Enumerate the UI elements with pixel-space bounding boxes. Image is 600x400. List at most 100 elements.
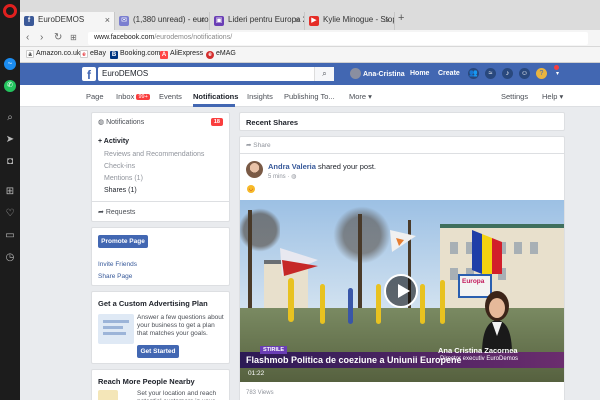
opera-logo-icon[interactable] [3,4,17,18]
author-avatar[interactable] [246,161,263,178]
divider [92,201,229,202]
facebook-logo-icon[interactable]: f [82,67,96,82]
notifications-count-badge: 18 [210,118,223,126]
notifications-panel: ◍ Notifications 18 + Activity Reviews an… [91,112,230,222]
notifications-bell-icon[interactable]: ♪ [502,68,513,79]
back-icon[interactable]: ‹ [26,33,29,43]
search-icon[interactable]: ⌕ [314,67,334,81]
mail-favicon-icon: ✉ [119,16,129,26]
close-tab-icon[interactable]: × [105,15,110,25]
create-link[interactable]: Create [438,70,460,77]
account-menu-chevron-icon[interactable]: ▾ [556,70,559,77]
get-started-button[interactable]: Get Started [137,345,179,358]
tab-insights[interactable]: Insights [247,92,273,101]
bookmark-aliexpress[interactable]: A AliExpress [160,50,203,59]
video-flag [390,230,416,252]
tab-more[interactable]: More ▾ [349,92,372,101]
search-icon[interactable]: ⌕ [4,112,16,124]
profile-link[interactable]: Ana-Cristina [350,68,405,79]
messenger-icon[interactable]: ≈ [485,68,496,79]
requests-arrow-icon: ➦ [98,209,104,216]
activity-item[interactable]: + Activity [98,138,129,145]
search-input[interactable]: EuroDEMOS ⌕ [98,67,334,81]
bookmark-emag[interactable]: e eMAG [206,50,236,59]
video-flag-romania [472,230,502,274]
plus-icon: + [98,138,103,145]
emag-icon: e [206,51,214,59]
play-button[interactable] [384,274,418,308]
tab-notifications[interactable]: Notifications [193,92,238,101]
author-link[interactable]: Andra Valeria [268,162,316,171]
active-tab-indicator [193,104,235,107]
friends-icon[interactable]: ☺ [519,68,530,79]
share-label: ➦ Share [246,142,271,149]
shares-item[interactable]: Shares (1) [104,187,137,194]
speed-dial-grid-icon[interactable]: ⊞ [70,33,77,43]
tab-youtube[interactable]: ▶ Kylie Minogue - Stop Me × [305,12,395,30]
quick-help-icon[interactable]: ? [536,68,547,79]
home-link[interactable]: Home [410,70,429,77]
bookmark-amazon[interactable]: a Amazon.co.uk [26,50,80,58]
tab-eurodemos[interactable]: f EuroDEMOS × [20,12,115,30]
tab-publishing-tools[interactable]: Publishing To... [284,92,335,101]
whatsapp-icon[interactable]: ✆ [4,80,16,92]
notifications-header[interactable]: ◍ Notifications [98,118,144,126]
bookmark-booking[interactable]: B Booking.com [110,50,160,59]
inbox-badge: 99+ [136,94,150,100]
forward-icon[interactable]: › [40,33,43,43]
friend-requests-icon[interactable]: 👥 [468,68,479,79]
tab-email[interactable]: ✉ (1,380 unread) - eurodem × [115,12,210,30]
speed-dial-icon[interactable]: ⊞ [4,186,16,198]
ad-plan-illustration [98,314,134,344]
tab-title: EuroDEMOS [38,15,85,24]
url-path: /eurodemos/notifications/ [154,34,233,41]
requests-item[interactable]: ➦ Requests [98,208,135,216]
view-count: 783 Views [246,390,274,396]
video-headline: Flashmob Politica de coeziune a Uniunii … [246,355,462,365]
mentions-item[interactable]: Mentions (1) [104,175,143,182]
ad-plan-card: Get a Custom Advertising Plan Answer a f… [91,291,230,364]
reach-description: Set your location and reach potential cu… [137,390,217,400]
tab-page[interactable]: Page [86,92,104,101]
video-flag [280,248,318,276]
tab-bar: f EuroDEMOS × ✉ (1,380 unread) - eurodem… [20,0,600,30]
reload-icon[interactable]: ↻ [54,33,62,43]
video-player[interactable]: Europa STIRILE Ana Cristina Zacornea Dir… [240,200,564,382]
tab-events[interactable]: Events [159,92,182,101]
emoji-icon: ◡ [247,185,255,193]
facebook-favicon-icon: f [24,16,34,26]
map-illustration [98,390,118,400]
share-page-link[interactable]: Share Page [98,273,132,280]
clock-icon[interactable]: ◷ [4,252,16,264]
history-window-icon[interactable]: ▭ [4,230,16,242]
invite-friends-link[interactable]: Invite Friends [98,261,137,268]
tab-lideri[interactable]: ▣ Lideri pentru Europa 2016 × [210,12,305,30]
promote-page-button[interactable]: Promote Page [98,235,148,248]
booking-icon: B [110,51,118,59]
tab-inbox[interactable]: Inbox 99+ [116,92,150,101]
reviews-item[interactable]: Reviews and Recommendations [104,151,204,158]
checkins-item[interactable]: Check-ins [104,163,135,170]
camera-icon[interactable]: ◘ [4,156,16,168]
send-icon[interactable]: ➤ [4,134,16,146]
news-tag: STIRILE [260,346,288,354]
bookmark-ebay[interactable]: e eBay [80,50,106,58]
close-tab-icon[interactable]: × [200,15,205,25]
url-input[interactable]: www.facebook.com/eurodemos/notifications… [88,32,588,45]
reach-title: Reach More People Nearby [98,377,195,386]
anchor-name: Ana Cristina Zacornea [438,346,518,355]
youtube-favicon-icon: ▶ [309,16,319,26]
globe-icon: ◍ [98,119,105,126]
share-arrow-icon: ➦ [246,142,252,149]
settings-link[interactable]: Settings [501,92,528,101]
promote-card: Promote Page Invite Friends Share Page [91,227,230,286]
help-menu[interactable]: Help ▾ [542,92,563,101]
page-navigation: Page Inbox 99+ Events Notifications Insi… [20,85,600,107]
tab-title: Lideri pentru Europa 2016 [228,15,304,24]
new-tab-button[interactable]: + [398,12,404,24]
close-tab-icon[interactable]: × [295,15,300,25]
close-tab-icon[interactable]: × [385,15,390,25]
ebay-icon: e [80,50,88,58]
heart-icon[interactable]: ♡ [4,208,16,220]
messenger-icon[interactable]: ~ [4,58,16,70]
